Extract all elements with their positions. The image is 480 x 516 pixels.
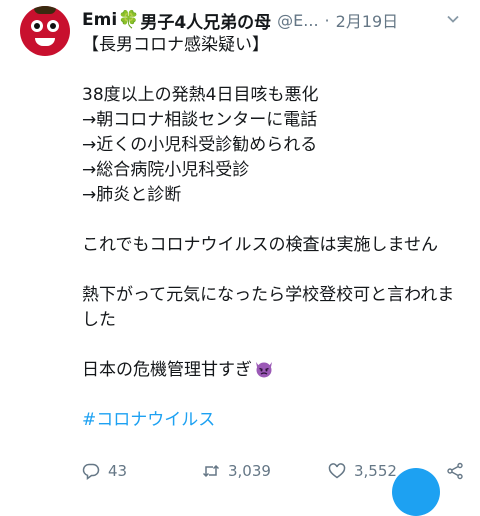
tweet-line: 38度以上の発熱4日目咳も悪化 — [82, 85, 319, 105]
clover-emoji: 🍀 — [118, 10, 140, 30]
tweet-line: 熱下がって元気になったら学校登校可と言われました — [82, 285, 455, 330]
avatar-mouth — [35, 38, 55, 46]
tweet-line: →近くの小児科受診勧められる — [82, 135, 318, 155]
share-icon — [447, 462, 463, 480]
tweet-line: 【長男コロナ感染疑い】 — [82, 35, 269, 55]
like-button[interactable]: 3,552 — [328, 462, 397, 480]
author-handle[interactable]: @E... — [277, 11, 318, 30]
tweet-line: →朝コロナ相談センターに電話 — [82, 110, 318, 130]
angry-devil-emoji-icon — [256, 362, 272, 378]
reply-button[interactable]: 43 — [82, 462, 127, 480]
reply-count: 43 — [108, 462, 128, 480]
avatar-eye-left — [31, 20, 43, 32]
tweet-line-last: 日本の危機管理甘すぎ — [82, 358, 470, 383]
avatar-eye-right — [47, 20, 59, 32]
retweet-icon — [202, 464, 220, 478]
author-avatar[interactable] — [20, 6, 70, 56]
retweet-button[interactable]: 3,039 — [202, 462, 271, 480]
tweet-line-text: 日本の危機管理甘すぎ — [82, 360, 252, 380]
author-name[interactable]: Emi — [82, 10, 117, 30]
more-options-chevron-down-icon[interactable] — [446, 12, 460, 26]
tweet-date[interactable]: 2月19日 — [336, 8, 399, 32]
author-name-suffix[interactable]: 男子4人兄弟の母 — [140, 8, 271, 33]
tweet-line: →総合病院小児科受診 — [82, 160, 250, 180]
heart-icon — [328, 463, 346, 479]
header-separator: · — [324, 10, 330, 30]
tweet-line: →肺炎と診断 — [82, 185, 182, 205]
tweet-body: 【長男コロナ感染疑い】 38度以上の発熱4日目咳も悪化 →朝コロナ相談センターに… — [82, 33, 470, 433]
like-count: 3,552 — [354, 462, 397, 480]
avatar-hair — [34, 6, 56, 14]
retweet-count: 3,039 — [228, 462, 271, 480]
tweet-line: これでもコロナウイルスの検査は実施しません — [82, 235, 438, 255]
share-button[interactable] — [446, 462, 472, 480]
compose-fab-button[interactable] — [392, 468, 440, 516]
tweet-header: Emi 🍀 男子4人兄弟の母 @E... · 2月19日 — [82, 8, 480, 33]
reply-icon — [82, 463, 100, 480]
hashtag-link[interactable]: #コロナウイルス — [82, 408, 470, 433]
